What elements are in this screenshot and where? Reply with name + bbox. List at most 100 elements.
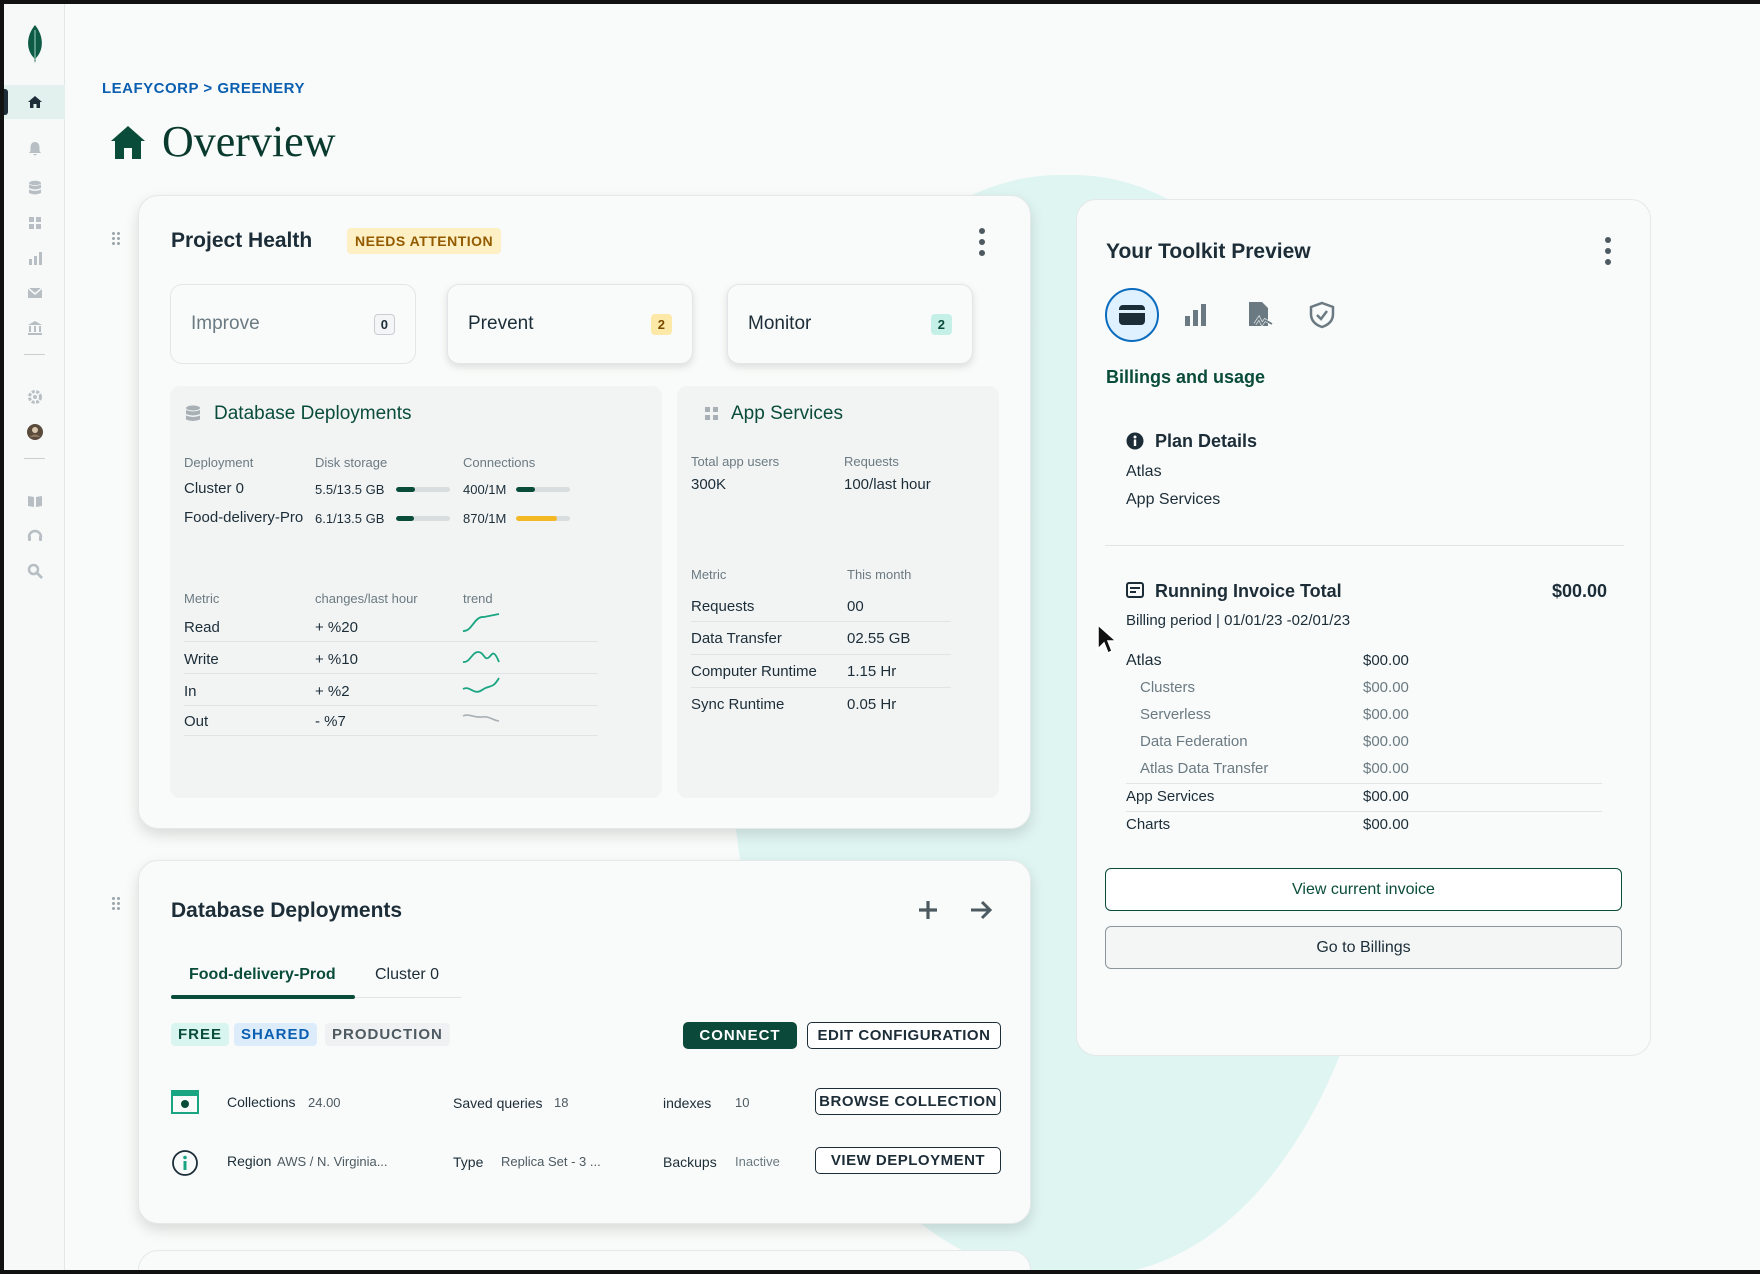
app-panel-title-text: App Services: [731, 403, 843, 424]
browse-collection-button[interactable]: BROWSE COLLECTION: [815, 1088, 1001, 1115]
mouse-cursor-icon: [1097, 623, 1118, 655]
deployments-title: Database Deployments: [171, 899, 403, 922]
avatar: [26, 424, 43, 440]
sidebar-item-search[interactable]: [4, 554, 65, 588]
database-deployments-card: Database Deployments Food-delivery-Prod …: [138, 860, 1031, 1224]
apps-icon: [705, 407, 718, 420]
sidebar-item-profile[interactable]: [4, 415, 65, 449]
drag-handle[interactable]: [112, 897, 122, 911]
sidebar-divider: [24, 458, 45, 459]
tile-monitor[interactable]: Monitor 2: [727, 284, 973, 364]
connections-value: 870/1M: [463, 511, 507, 526]
mail-icon: [27, 287, 42, 298]
gear-icon: [27, 390, 42, 404]
sidebar-item-charts[interactable]: [4, 241, 65, 275]
edit-configuration-button[interactable]: EDIT CONFIGURATION: [807, 1022, 1001, 1049]
indexes-value: 10: [735, 1095, 750, 1110]
row-divider: [691, 654, 951, 655]
collections-icon: [171, 1090, 199, 1114]
go-to-billings-button[interactable]: Go to Billings: [1105, 926, 1622, 969]
metric-name: Read: [184, 619, 220, 636]
db-panel-title-text: Database Deployments: [214, 403, 412, 424]
sidebar-item-alerts[interactable]: [4, 132, 65, 166]
leaf-logo-icon[interactable]: [24, 24, 46, 64]
arrow-right-icon[interactable]: [969, 899, 993, 921]
search-icon: [27, 563, 43, 579]
tab-food-delivery-prod[interactable]: Food-delivery-Prod: [189, 966, 336, 984]
document-signature-icon[interactable]: [1233, 288, 1287, 342]
more-options-icon[interactable]: [978, 228, 986, 256]
requests-value: 100/last hour: [844, 476, 931, 493]
tile-monitor-label: Monitor: [748, 313, 812, 334]
deployment-name[interactable]: Food-delivery-Pro: [184, 509, 303, 526]
project-health-title: Project Health: [171, 229, 313, 252]
col-disk-storage: Disk storage: [315, 455, 388, 470]
plan-item: App Services: [1126, 491, 1221, 508]
view-deployment-button[interactable]: VIEW DEPLOYMENT: [815, 1147, 1001, 1174]
tile-monitor-count: 2: [930, 313, 952, 335]
col-requests: Requests: [844, 454, 899, 469]
breadcrumb[interactable]: LEAFYCORP > GREENERY: [102, 80, 305, 97]
sidebar-item-docs[interactable]: [4, 484, 65, 518]
shared-badge: SHARED: [234, 1023, 318, 1046]
col-connections: Connections: [463, 455, 536, 470]
metric-change: + %2: [315, 683, 350, 700]
invoice-line-label: Serverless: [1140, 706, 1211, 723]
connections-bar: [516, 516, 570, 521]
collections-label: Collections: [227, 1094, 296, 1110]
bar-chart-icon[interactable]: [1169, 288, 1223, 342]
col-deployment: Deployment: [184, 455, 254, 470]
add-icon[interactable]: [917, 899, 939, 921]
col-this-month: This month: [847, 567, 912, 582]
invoice-line-value: $00.00: [1363, 733, 1409, 750]
sidebar-item-database[interactable]: [4, 171, 65, 205]
invoice-line-value: $00.00: [1363, 652, 1409, 669]
status-badge: NEEDS ATTENTION: [347, 228, 502, 254]
running-invoice-title: Running Invoice Total: [1155, 581, 1342, 601]
sidebar-item-home[interactable]: [4, 85, 65, 119]
tab-cluster-0[interactable]: Cluster 0: [375, 966, 439, 984]
col-metric: Metric: [691, 567, 727, 582]
deployment-name[interactable]: Cluster 0: [184, 480, 244, 497]
metric-change: + %10: [315, 651, 358, 668]
more-options-icon[interactable]: [1604, 237, 1612, 265]
production-badge: PRODUCTION: [325, 1023, 450, 1046]
view-current-invoice-button[interactable]: View current invoice: [1105, 868, 1622, 911]
invoice-total: $00.00: [1552, 581, 1608, 601]
sidebar-item-organization[interactable]: [4, 311, 65, 345]
disk-value: 5.5/13.5 GB: [315, 482, 385, 497]
shield-icon[interactable]: [1295, 288, 1349, 342]
type-label: Type: [453, 1154, 484, 1170]
connect-button[interactable]: CONNECT: [683, 1022, 797, 1049]
tile-improve-label: Improve: [191, 313, 260, 334]
sidebar-item-settings[interactable]: [4, 380, 65, 414]
drag-handle[interactable]: [112, 232, 122, 246]
toolkit-title: Your Toolkit Preview: [1106, 240, 1311, 263]
tile-improve[interactable]: Improve 0: [170, 284, 416, 364]
free-badge: FREE: [171, 1023, 230, 1046]
home-icon: [27, 96, 42, 108]
invoice-line-label: Data Federation: [1140, 733, 1248, 750]
col-changes: changes/last hour: [315, 591, 418, 606]
tile-prevent[interactable]: Prevent 2: [447, 284, 693, 364]
chart-icon: [28, 252, 42, 265]
saved-queries-value: 18: [554, 1095, 569, 1110]
trend-sparkline: [462, 677, 500, 693]
invoice-line-label: Atlas Data Transfer: [1140, 760, 1269, 777]
sidebar-item-apps[interactable]: [4, 206, 65, 240]
home-icon: [111, 125, 145, 159]
app-metric-value: 1.15 Hr: [847, 663, 897, 680]
sidebar-item-support[interactable]: [4, 519, 65, 553]
disk-bar: [396, 487, 450, 492]
invoice-line-value: $00.00: [1363, 706, 1409, 723]
section-divider: [1105, 545, 1624, 546]
tile-prevent-count: 2: [650, 313, 672, 335]
active-tab-indicator: [171, 995, 355, 999]
sidebar: [4, 4, 65, 1270]
billing-card-icon[interactable]: [1105, 288, 1159, 342]
sidebar-item-mail[interactable]: [4, 276, 65, 310]
region-label: Region: [227, 1153, 272, 1169]
app-metric-value: 0.05 Hr: [847, 696, 897, 713]
col-trend: trend: [463, 591, 493, 606]
row-divider: [184, 673, 598, 674]
